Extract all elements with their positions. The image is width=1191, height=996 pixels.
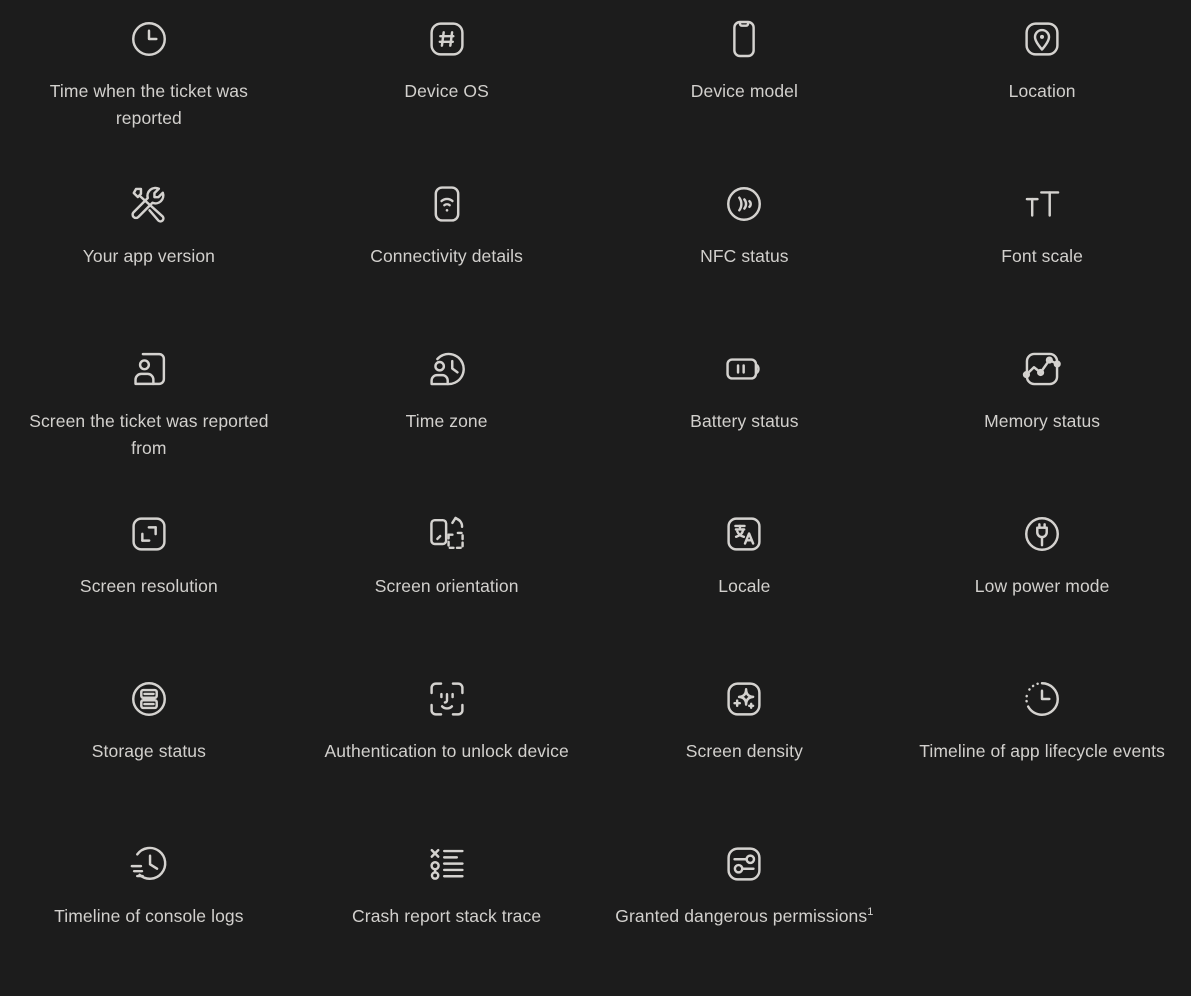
feature-item: Your app version	[0, 171, 298, 336]
feature-label: Locale	[718, 576, 771, 596]
sliders-in-rounded-square-icon	[721, 841, 767, 887]
feature-item: Location	[893, 6, 1191, 171]
feature-item: Screen density	[596, 666, 894, 831]
feature-item: Device model	[596, 6, 894, 171]
feature-item: Timeline of console logs	[0, 831, 298, 996]
translate-icon	[721, 511, 767, 557]
feature-item: Battery status	[596, 336, 894, 501]
feature-label: Connectivity details	[370, 246, 524, 266]
phone-wifi-icon	[424, 181, 470, 227]
feature-item: Screen resolution	[0, 501, 298, 666]
sparkle-icon	[721, 676, 767, 722]
feature-label: Device OS	[404, 81, 489, 101]
feature-item: Storage status	[0, 666, 298, 831]
feature-label: Memory status	[984, 411, 1101, 431]
feature-label: Screen orientation	[374, 576, 519, 596]
hash-in-rounded-square-icon	[424, 16, 470, 62]
feature-label: Screen resolution	[79, 576, 218, 596]
battery-icon	[721, 346, 767, 392]
tools-icon	[126, 181, 172, 227]
feature-label: Screen the ticket was reported from	[29, 411, 269, 458]
user-screen-icon	[126, 346, 172, 392]
feature-label: Font scale	[1001, 246, 1083, 266]
feature-item: Timeline of app lifecycle events	[893, 666, 1191, 831]
low-power-plug-icon	[1019, 511, 1065, 557]
feature-label: Location	[1008, 81, 1076, 101]
clock-icon	[126, 16, 172, 62]
face-id-icon	[424, 676, 470, 722]
font-size-icon	[1019, 181, 1065, 227]
feature-item: NFC status	[596, 171, 894, 336]
clock-motion-icon	[126, 841, 172, 887]
feature-label: Storage status	[91, 741, 206, 761]
phone-icon	[721, 16, 767, 62]
stack-trace-list-icon	[424, 841, 470, 887]
feature-item: Memory status	[893, 336, 1191, 501]
feature-label: Authentication to unlock device	[324, 741, 569, 761]
feature-item: Screen orientation	[298, 501, 596, 666]
feature-item: Locale	[596, 501, 894, 666]
resize-corners-icon	[126, 511, 172, 557]
user-clock-icon	[424, 346, 470, 392]
feature-item: Low power mode	[893, 501, 1191, 666]
feature-item: Device OS	[298, 6, 596, 171]
feature-label: Time zone	[405, 411, 488, 431]
feature-label: Device model	[690, 81, 798, 101]
memory-chart-icon	[1019, 346, 1065, 392]
feature-grid: Time when the ticket was reported Device…	[0, 0, 1191, 996]
feature-item: Connectivity details	[298, 171, 596, 336]
feature-label: Low power mode	[974, 576, 1110, 596]
feature-label: Battery status	[690, 411, 799, 431]
rotate-device-icon	[424, 511, 470, 557]
feature-item: Authentication to unlock device	[298, 666, 596, 831]
feature-label: Your app version	[82, 246, 216, 266]
feature-label: NFC status	[700, 246, 789, 266]
feature-item: Screen the ticket was reported from	[0, 336, 298, 501]
feature-label-text: Granted dangerous permissions	[615, 906, 868, 926]
feature-label: Timeline of app lifecycle events	[919, 741, 1165, 761]
feature-item: Granted dangerous permissions1	[596, 831, 894, 996]
feature-label: Time when the ticket was reported	[49, 81, 248, 128]
footnote-marker: 1	[867, 906, 874, 919]
nfc-waves-icon	[721, 181, 767, 227]
storage-database-icon	[126, 676, 172, 722]
feature-item: Time when the ticket was reported	[0, 6, 298, 171]
dotted-clock-icon	[1019, 676, 1065, 722]
feature-label: Screen density	[685, 741, 803, 761]
feature-item: Crash report stack trace	[298, 831, 596, 996]
map-pin-in-rounded-square-icon	[1019, 16, 1065, 62]
feature-item: Time zone	[298, 336, 596, 501]
feature-item: Font scale	[893, 171, 1191, 336]
